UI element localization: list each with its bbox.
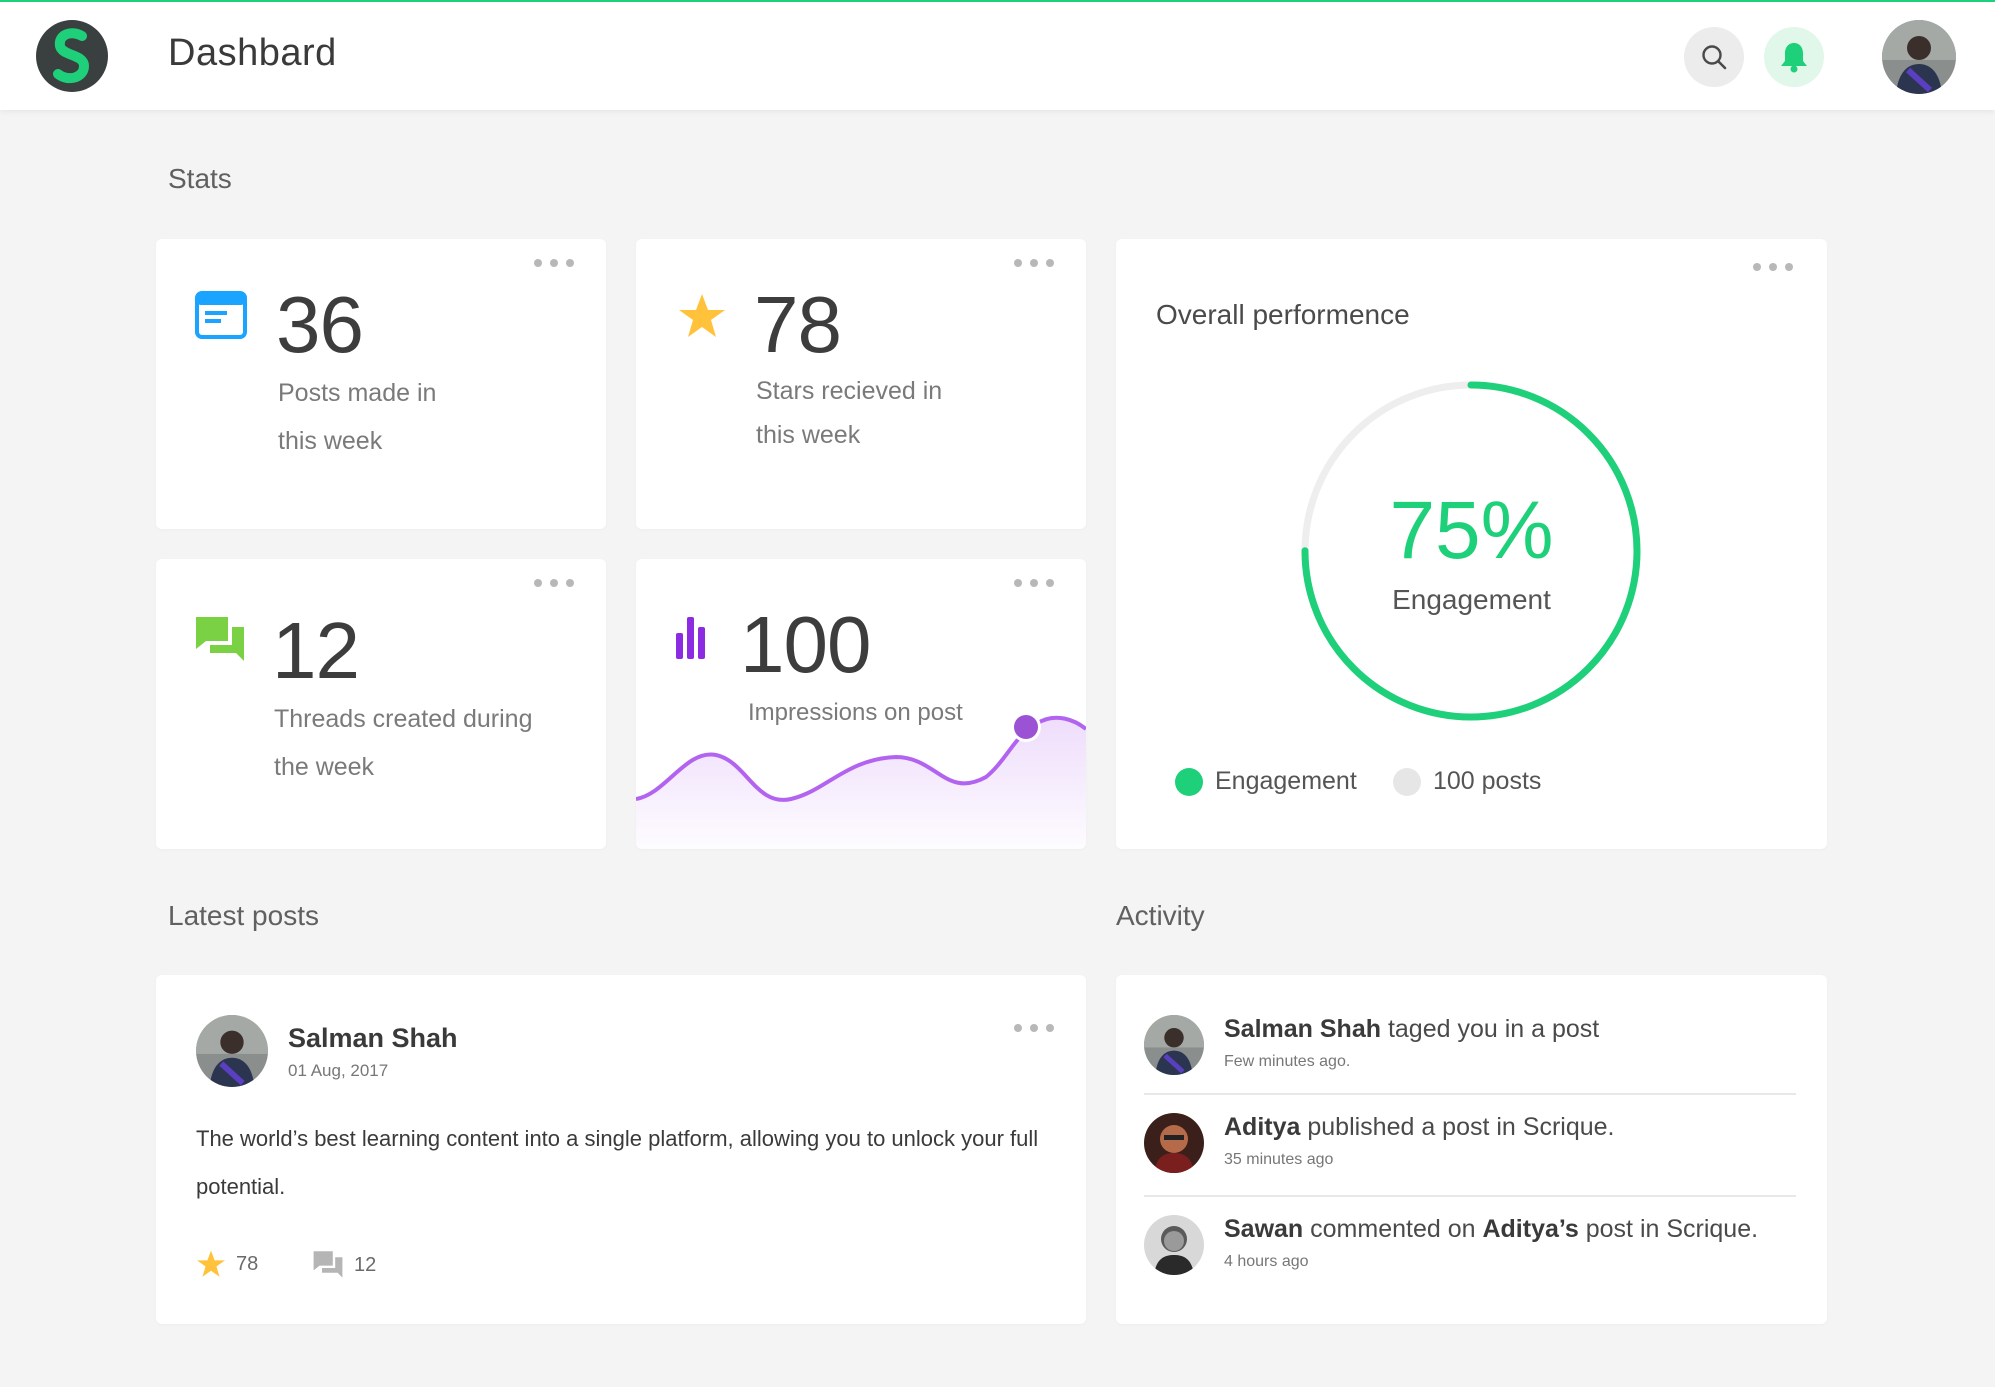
chat-icon — [196, 617, 244, 661]
stat-label-threads: Threads created during the week — [274, 695, 604, 791]
performance-value: 75% — [1389, 485, 1554, 576]
more-options-icon[interactable] — [534, 253, 574, 273]
notifications-button[interactable] — [1764, 27, 1824, 87]
search-button[interactable] — [1684, 27, 1744, 87]
legend-dot-grey — [1393, 767, 1421, 796]
legend-label: Engagement — [1215, 767, 1357, 795]
activity-item[interactable]: Aditya published a post in Scrique. 35 m… — [1144, 1095, 1796, 1197]
stat-label-line: the week — [274, 753, 375, 781]
stat-value-impressions: 100 — [740, 600, 871, 689]
post-author-avatar[interactable] — [196, 1015, 268, 1087]
more-options-icon[interactable] — [534, 573, 574, 593]
activity-user[interactable]: Sawan — [1224, 1215, 1303, 1243]
activity-action: published a post in Scrique. — [1300, 1113, 1615, 1141]
more-options-icon[interactable] — [1753, 257, 1793, 277]
latest-post-card: Salman Shah 01 Aug, 2017 The world’s bes… — [156, 975, 1086, 1324]
post-comments-count: 12 — [354, 1253, 377, 1276]
user-avatar[interactable] — [1882, 20, 1956, 94]
avatar-image — [1144, 1015, 1204, 1075]
activity-avatar — [1144, 1113, 1204, 1173]
stat-card-threads: 12 Threads created during the week — [156, 559, 606, 849]
stat-value-threads: 12 — [272, 606, 360, 695]
stat-label-stars: Stars recieved in this week — [756, 369, 1076, 457]
stat-value-stars: 78 — [754, 280, 842, 369]
activity-time: Few minutes ago. — [1224, 1053, 1351, 1070]
section-title-latest-posts: Latest posts — [168, 900, 319, 931]
stat-card-stars: 78 Stars recieved in this week — [636, 239, 1086, 529]
activity-time: 4 hours ago — [1224, 1253, 1309, 1270]
activity-text: Aditya published a post in Scrique. — [1224, 1113, 1615, 1142]
activity-action-tail: post in Scrique. — [1578, 1215, 1759, 1243]
legend-posts: 100 posts — [1393, 767, 1541, 796]
stat-label-line: this week — [756, 421, 861, 449]
activity-action: taged you in a post — [1381, 1015, 1600, 1043]
legend-label: 100 posts — [1433, 767, 1542, 795]
activity-action: commented on — [1303, 1215, 1483, 1243]
activity-text: Salman Shah taged you in a post — [1224, 1015, 1599, 1044]
avatar-image — [1882, 20, 1956, 94]
activity-item[interactable]: Salman Shah taged you in a post Few minu… — [1144, 975, 1796, 1095]
activity-user[interactable]: Salman Shah — [1224, 1015, 1381, 1043]
stat-label-line: Posts made in — [278, 379, 437, 407]
post-comments[interactable]: 12 — [312, 1250, 376, 1280]
avatar-image — [196, 1015, 268, 1087]
activity-avatar — [1144, 1015, 1204, 1075]
search-icon — [1702, 45, 1727, 70]
chat-icon — [313, 1251, 343, 1278]
more-options-icon[interactable] — [1014, 253, 1054, 273]
section-title-stats: Stats — [168, 163, 232, 194]
avatar-image — [1144, 1113, 1204, 1173]
avatar-image — [1144, 1215, 1204, 1275]
stat-label-line: Stars recieved in — [756, 377, 943, 405]
performance-sublabel: Engagement — [1392, 584, 1551, 615]
bell-icon — [1781, 43, 1807, 73]
post-stars[interactable]: 78 — [196, 1250, 258, 1278]
section-title-activity: Activity — [1116, 900, 1205, 931]
more-options-icon[interactable] — [1014, 1018, 1054, 1038]
activity-user[interactable]: Aditya — [1224, 1113, 1300, 1141]
post-author-name[interactable]: Salman Shah — [288, 1023, 458, 1054]
stat-label-line: this week — [278, 427, 383, 455]
stat-value-posts: 36 — [276, 280, 364, 369]
window-icon — [195, 291, 247, 339]
logo-s-icon — [53, 28, 90, 84]
stat-label-line: Threads created during — [274, 705, 533, 733]
top-bar: Dashbard — [0, 0, 1995, 110]
more-options-icon[interactable] — [1014, 573, 1054, 593]
bar-chart-icon — [676, 617, 705, 659]
stat-label-posts: Posts made in this week — [278, 369, 598, 465]
post-body: The world’s best learning content into a… — [196, 1126, 1039, 1199]
star-icon — [197, 1250, 225, 1277]
post-date: 01 Aug, 2017 — [288, 1061, 389, 1080]
stat-card-posts: 36 Posts made in this week — [156, 239, 606, 529]
star-icon — [679, 294, 725, 337]
performance-title: Overall performence — [1156, 299, 1410, 330]
activity-avatar — [1144, 1215, 1204, 1275]
activity-time: 35 minutes ago — [1224, 1151, 1334, 1168]
activity-item[interactable]: Sawan commented on Aditya’s post in Scri… — [1144, 1197, 1796, 1299]
legend-engagement: Engagement — [1175, 767, 1357, 796]
performance-card: Overall performence 75% Engagement Engag… — [1116, 239, 1827, 849]
activity-text: Sawan commented on Aditya’s post in Scri… — [1224, 1215, 1758, 1244]
post-stars-count: 78 — [236, 1252, 259, 1275]
activity-target-user[interactable]: Aditya’s — [1482, 1215, 1578, 1243]
activity-card: Salman Shah taged you in a post Few minu… — [1116, 975, 1827, 1324]
stat-card-impressions: 100 Impressions on post — [636, 559, 1086, 849]
app-logo[interactable] — [36, 20, 108, 92]
page-title: Dashbard — [168, 32, 337, 74]
legend-dot-green — [1175, 767, 1203, 796]
impressions-sparkline — [636, 712, 1086, 849]
